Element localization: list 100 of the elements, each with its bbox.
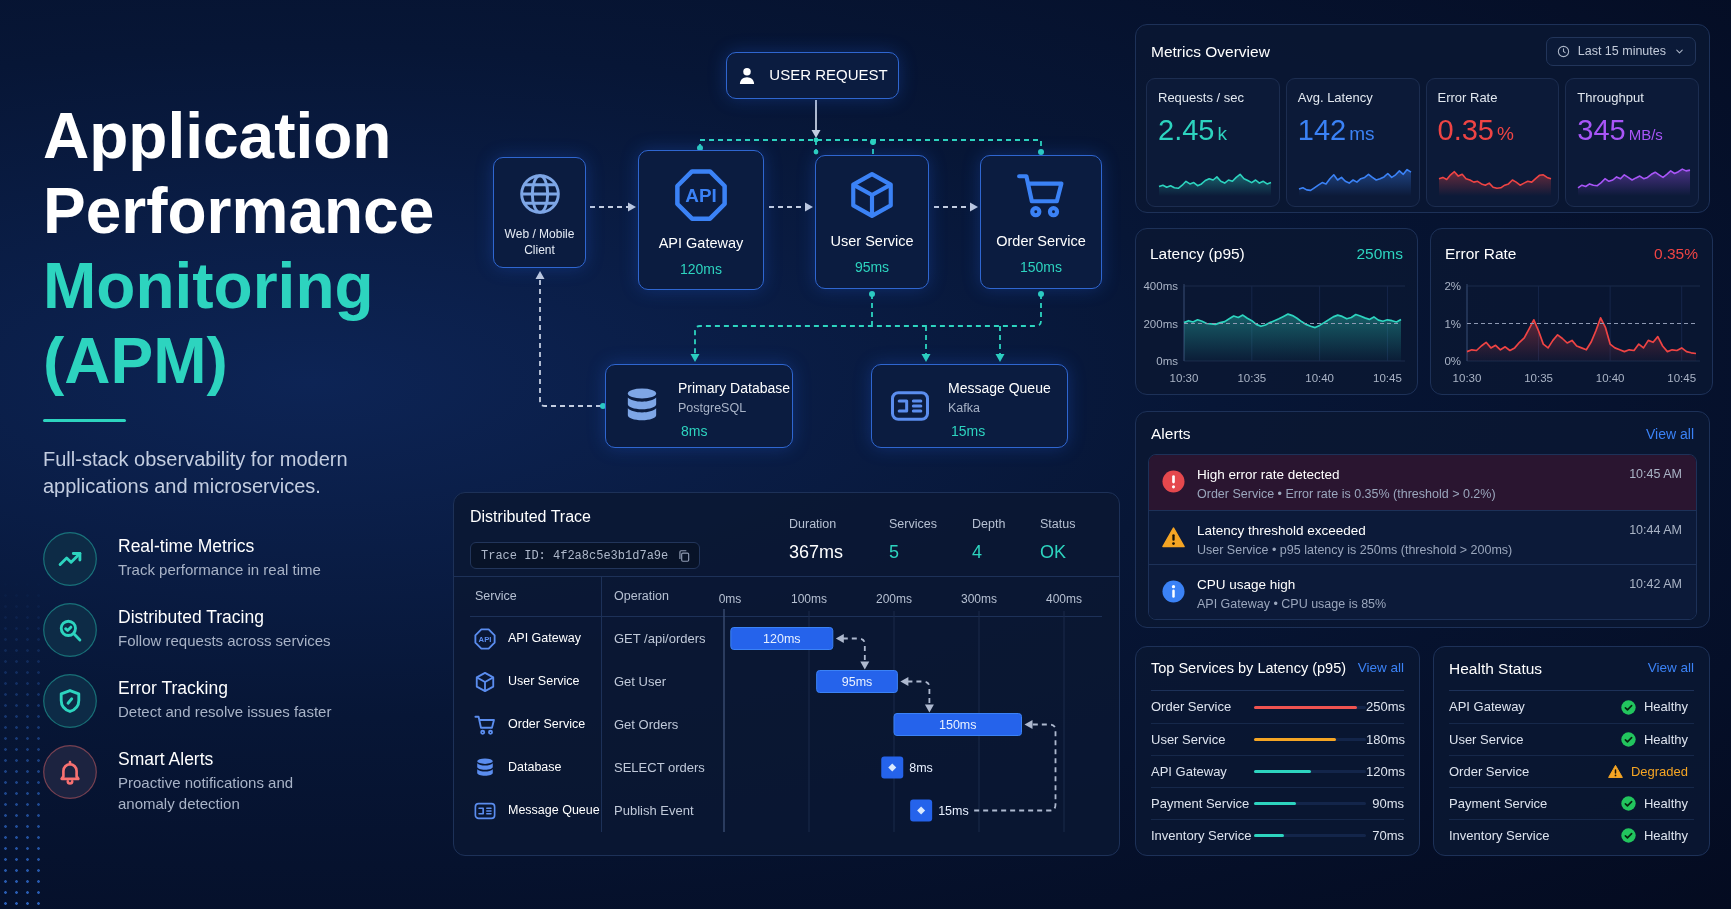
axis-tick-label: 0ms [718, 592, 742, 606]
metric-unit: ms [1349, 122, 1375, 146]
feature-title: Smart Alerts [118, 748, 215, 770]
warning-icon [1607, 764, 1623, 779]
chevron-down-icon [1674, 46, 1685, 57]
alert-row[interactable]: CPU usage high API Gateway • CPU usage is 85% 10:42 AM [1149, 564, 1696, 619]
alert-detail: API Gateway • CPU usage is 85% [1197, 596, 1388, 613]
operation-name: Get User [613, 672, 667, 691]
axis-tick-label: 400ms [1046, 592, 1082, 606]
metric-value: 2.45 [1158, 114, 1215, 146]
span-duration-label: 150ms [939, 718, 977, 732]
panel-title: Metrics Overview [1151, 41, 1270, 62]
status-label: Healthy [1643, 698, 1688, 717]
headline: Application Performance [43, 99, 436, 249]
alert-title: Latency threshold exceeded [1197, 521, 1367, 539]
axis-tick-label: 10:30 [1452, 372, 1482, 384]
service-name: Order Service [1151, 698, 1233, 717]
stat-value: 367ms [789, 542, 845, 562]
view-all-link[interactable]: View all [1646, 423, 1694, 445]
copy-icon[interactable] [677, 548, 691, 563]
axis-tick-label: 10:35 [1237, 372, 1267, 384]
flow-arrow [933, 202, 978, 212]
axis-tick-label: 10:30 [1169, 372, 1199, 384]
axis-tick-label: 10:35 [1524, 372, 1553, 384]
node-label: USER REQUEST [769, 65, 888, 86]
cart-icon [474, 713, 496, 736]
axis-tick-label: 100ms [791, 592, 827, 606]
metric-label: Avg. Latency [1297, 89, 1374, 107]
feature-description: Follow requests across services [118, 631, 332, 651]
panel-title: Top Services by Latency (p95) [1151, 658, 1347, 678]
axis-tick-label: 300ms [961, 592, 997, 606]
feature-title: Distributed Tracing [118, 606, 265, 628]
axis-tick-label: 200ms [1143, 317, 1178, 330]
latency-value: 70ms [1372, 826, 1404, 845]
metric-label: Requests / sec [1158, 89, 1245, 107]
stat-label: Status [1040, 516, 1077, 533]
latency-value: 8ms [680, 422, 709, 441]
panel-title: Alerts [1151, 424, 1191, 445]
metric-label: Throughput [1577, 89, 1645, 107]
span-duration-label: 15ms [938, 804, 969, 818]
alert-row[interactable]: Latency threshold exceeded User Service • p95 latency is 250ms (threshold > 200ms) 10:44 AM [1149, 509, 1696, 564]
latency-value: 150ms [1020, 258, 1062, 276]
view-all-link[interactable]: View all [1357, 658, 1404, 679]
globe-icon [517, 172, 562, 216]
feature-description: Track performance in real time [118, 560, 322, 580]
service-name: Database [508, 759, 562, 777]
alert-detail: User Service • p95 latency is 250ms (threshold > 200ms) [1197, 541, 1514, 559]
time-range-dropdown[interactable]: Last 15 minutes [1545, 37, 1696, 66]
status-label: Degraded [1630, 762, 1688, 781]
stat-value: 4 [972, 542, 983, 562]
latency-value: 90ms [1372, 794, 1404, 813]
node-label: Message Queue [948, 379, 1051, 398]
dashed-arrow [900, 677, 934, 713]
flow-arrow [768, 202, 813, 212]
api-octagon-badge: API [674, 168, 728, 222]
axis-tick-label: 10:40 [1595, 372, 1625, 384]
node-label: User Service [830, 232, 914, 251]
span-duration-label: 120ms [763, 632, 801, 646]
axis-tick-label: 10:40 [1305, 372, 1334, 384]
feature-title: Real-time Metrics [118, 535, 256, 557]
headline-accent: Monitoring (APM) [43, 249, 375, 399]
operation-name: Get Orders [613, 715, 680, 734]
column-header: Service [470, 577, 601, 617]
span-duration-label: 95ms [841, 675, 873, 689]
service-name: Order Service [1449, 762, 1530, 781]
warning-icon [1162, 525, 1185, 549]
service-name: User Service [508, 673, 580, 691]
chart-title: Error Rate [1445, 244, 1517, 264]
chart-value: 250ms [1356, 244, 1403, 264]
node-subtitle: Kafka [948, 400, 981, 417]
feature-title: Error Tracking [118, 677, 229, 699]
operation-name: SELECT orders [613, 758, 706, 777]
latency-value: 250ms [1366, 698, 1406, 717]
operation-name: Publish Event [613, 801, 695, 820]
latency-value: 180ms [1366, 730, 1406, 749]
metric-value: 0.35 [1437, 114, 1494, 146]
axis-tick-label: 400ms [1143, 280, 1178, 292]
service-name: Inventory Service [1151, 826, 1253, 845]
service-name: User Service [1151, 730, 1227, 749]
check-circle-icon [1620, 796, 1636, 811]
stat-label: Depth [972, 516, 1007, 533]
column-header: Operation [602, 577, 708, 617]
status-label: Healthy [1643, 794, 1688, 813]
check-circle-icon [1620, 732, 1636, 747]
check-circle-icon [1620, 828, 1636, 843]
view-all-link[interactable]: View all [1647, 658, 1694, 679]
feature-description: Detect and resolve issues faster [118, 702, 333, 722]
shield-icon [43, 674, 97, 728]
alert-time: 10:44 AM [1629, 521, 1682, 539]
span-marker [881, 756, 904, 779]
axis-tick-label: 2% [1444, 280, 1461, 292]
metric-unit: % [1496, 122, 1514, 146]
panel-title: Health Status [1449, 658, 1543, 679]
flow-arrow [589, 202, 636, 212]
info-icon [1162, 580, 1185, 603]
panel-title: Distributed Trace [470, 507, 591, 527]
stat-value: OK [1040, 542, 1067, 562]
chart-title: Latency (p95) [1150, 244, 1245, 264]
error-icon [1162, 470, 1185, 493]
alert-title: High error rate detected [1197, 466, 1341, 483]
